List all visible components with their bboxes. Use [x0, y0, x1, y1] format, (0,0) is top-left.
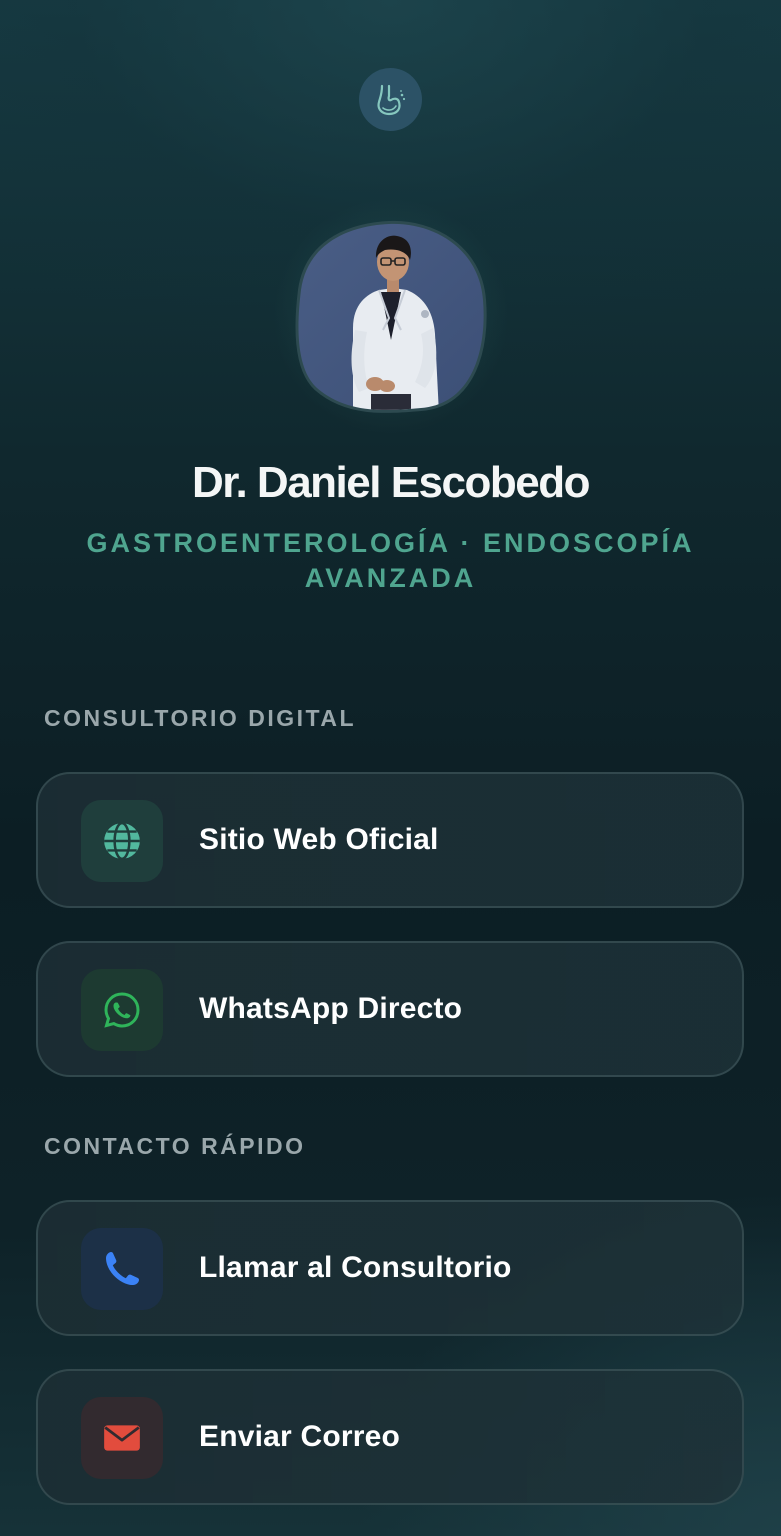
- specialty-line-2: AVANZADA: [304, 563, 477, 593]
- call-office-button[interactable]: Llamar al Consultorio: [36, 1200, 744, 1336]
- call-office-label: Llamar al Consultorio: [199, 1251, 512, 1284]
- profile-photo: [263, 188, 519, 444]
- avatar: [295, 220, 487, 413]
- phone-icon: [106, 1252, 139, 1285]
- section-title-digital: CONSULTORIO DIGITAL: [44, 705, 356, 731]
- doctor-name: Dr. Daniel Escobedo: [192, 458, 590, 507]
- send-email-button[interactable]: Enviar Correo: [36, 1369, 744, 1505]
- section-title-contact: CONTACTO RÁPIDO: [44, 1133, 306, 1159]
- send-email-label: Enviar Correo: [199, 1420, 400, 1453]
- whatsapp-link-label: WhatsApp Directo: [199, 992, 463, 1025]
- stomach-logo-icon: [376, 84, 405, 115]
- specialty-line-1: GASTROENTEROLOGÍA · ENDOSCOPÍA: [86, 528, 695, 558]
- website-link-label: Sitio Web Oficial: [199, 823, 439, 856]
- mail-icon-badge: [81, 1397, 163, 1479]
- phone-icon-badge: [81, 1228, 163, 1310]
- logo: [359, 68, 422, 131]
- specialty: GASTROENTEROLOGÍA · ENDOSCOPÍA AVANZADA: [60, 526, 721, 596]
- globe-icon: [104, 821, 140, 861]
- website-link-button[interactable]: Sitio Web Oficial: [36, 772, 744, 908]
- mail-icon: [104, 1425, 140, 1451]
- website-icon-badge: [81, 800, 163, 882]
- whatsapp-icon-badge: [81, 969, 163, 1051]
- whatsapp-link-button[interactable]: WhatsApp Directo: [36, 941, 744, 1077]
- whatsapp-icon: [104, 992, 140, 1028]
